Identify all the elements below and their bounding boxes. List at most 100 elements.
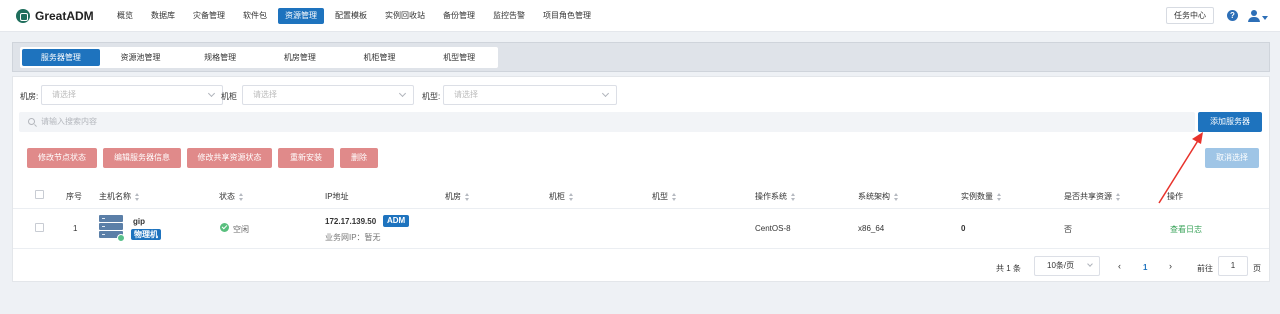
delete-button[interactable]: 删除: [340, 148, 378, 168]
idle-status-icon: [220, 223, 229, 232]
subtabs: 服务器管理 资源池管理 规格管理 机房管理 机柜管理 机型管理: [20, 47, 498, 68]
column-os-label: 操作系统: [755, 192, 787, 201]
table-header: 序号 主机名称 状态 IP地址 机房 机柜 机型 操作系统 系统架构 实例数量 …: [13, 181, 1269, 209]
nav-item-backup[interactable]: 备份管理: [436, 8, 482, 24]
sort-icon: [672, 192, 677, 201]
row-hostname[interactable]: gip: [133, 217, 145, 226]
row-index: 1: [73, 224, 78, 233]
server-list-panel: 机房: 请选择 机柜 请选择 机型: 请选择 请输入搜索内容 添加服务器 修改节…: [12, 76, 1270, 282]
column-room[interactable]: 机房: [445, 191, 470, 202]
row-status: 空闲: [233, 225, 249, 234]
column-rack[interactable]: 机柜: [549, 191, 574, 202]
help-icon[interactable]: ?: [1227, 10, 1238, 21]
row-business-ip: 业务网IP：暂无: [325, 233, 381, 242]
online-status-dot: [117, 234, 125, 242]
next-page-icon[interactable]: ›: [1169, 261, 1172, 271]
sort-icon: [465, 192, 470, 201]
column-instance-count[interactable]: 实例数量: [961, 191, 1002, 202]
subtabs-bar: 服务器管理 资源池管理 规格管理 机房管理 机柜管理 机型管理: [12, 42, 1270, 72]
main-nav: 概览 数据库 灾备管理 软件包 资源管理 配置模板 实例回收站 备份管理 监控告…: [110, 7, 602, 24]
nav-item-recycle-bin[interactable]: 实例回收站: [378, 8, 432, 24]
nav-item-resource-management[interactable]: 资源管理: [278, 7, 324, 24]
app-logo[interactable]: GreatADM: [16, 8, 108, 23]
sort-icon: [569, 192, 574, 201]
greatadm-logo-icon: [16, 8, 30, 23]
goto-page-value: 1: [1230, 261, 1236, 270]
column-rack-label: 机柜: [549, 192, 565, 201]
nav-item-disaster-recovery[interactable]: 灾备管理: [186, 8, 232, 24]
nav-item-overview[interactable]: 概览: [110, 8, 140, 24]
view-log-link[interactable]: 查看日志: [1170, 224, 1202, 235]
column-room-label: 机房: [445, 192, 461, 201]
search-icon: [28, 118, 35, 125]
physical-machine-tag: 物理机: [131, 229, 161, 240]
nav-item-packages[interactable]: 软件包: [236, 8, 274, 24]
sort-icon: [997, 192, 1002, 201]
column-hostname[interactable]: 主机名称: [99, 191, 140, 202]
row-os: CentOS-8: [755, 224, 791, 233]
row-instance-count: 0: [961, 224, 966, 233]
sort-icon: [791, 192, 796, 201]
column-os[interactable]: 操作系统: [755, 191, 796, 202]
top-right-tools: 任务中心 ?: [1166, 7, 1268, 24]
column-arch[interactable]: 系统架构: [858, 191, 899, 202]
column-model[interactable]: 机型: [652, 191, 677, 202]
sort-icon: [239, 192, 244, 201]
nav-item-config-templates[interactable]: 配置模板: [328, 8, 374, 24]
page-size-value: 10条/页: [1047, 261, 1075, 270]
sort-icon: [135, 192, 140, 201]
app-name: GreatADM: [35, 8, 94, 23]
model-select[interactable]: 请选择: [443, 85, 617, 105]
column-ip: IP地址: [325, 192, 349, 201]
chevron-down-icon: [207, 89, 216, 98]
tab-spec-management[interactable]: 规格管理: [181, 49, 259, 66]
page-size-select[interactable]: 10条/页: [1034, 256, 1100, 276]
model-filter-label: 机型:: [422, 92, 441, 101]
chevron-down-icon: [1087, 261, 1093, 267]
search-placeholder: 请输入搜索内容: [41, 117, 97, 126]
modify-shared-status-button[interactable]: 修改共享资源状态: [187, 148, 272, 168]
room-select[interactable]: 请选择: [41, 85, 223, 105]
nav-item-monitoring[interactable]: 监控告警: [486, 8, 532, 24]
column-model-label: 机型: [652, 192, 668, 201]
physical-server-icon: [99, 215, 125, 242]
column-arch-label: 系统架构: [858, 192, 890, 201]
column-instance-count-label: 实例数量: [961, 192, 993, 201]
adm-tag: ADM: [383, 215, 410, 227]
task-center-button[interactable]: 任务中心: [1166, 7, 1214, 24]
column-status-label: 状态: [219, 192, 235, 201]
row-shared: 否: [1064, 225, 1072, 234]
modify-node-status-button[interactable]: 修改节点状态: [27, 148, 97, 168]
column-hostname-label: 主机名称: [99, 192, 131, 201]
search-input[interactable]: 请输入搜索内容: [19, 112, 1195, 132]
prev-page-icon[interactable]: ‹: [1118, 261, 1121, 271]
rack-select-placeholder: 请选择: [253, 90, 277, 99]
add-server-button[interactable]: 添加服务器: [1198, 112, 1262, 132]
tab-model-management[interactable]: 机型管理: [420, 49, 498, 66]
edit-server-info-button[interactable]: 编辑服务器信息: [103, 148, 181, 168]
table-row: 1 gip 空闲 172.17.139.50 业务网IP：暂无 CentOS-8…: [13, 209, 1269, 249]
tab-resource-pool[interactable]: 资源池管理: [102, 49, 180, 66]
row-checkbox[interactable]: [35, 223, 44, 232]
page-suffix: 页: [1253, 264, 1261, 273]
pagination-total: 共 1 条: [996, 264, 1021, 273]
current-page[interactable]: 1: [1143, 263, 1147, 272]
rack-select[interactable]: 请选择: [242, 85, 414, 105]
column-shared[interactable]: 是否共享资源: [1064, 191, 1121, 202]
reinstall-button[interactable]: 重新安装: [278, 148, 334, 168]
goto-page-input[interactable]: 1: [1218, 256, 1248, 276]
select-all-checkbox[interactable]: [35, 190, 44, 199]
nav-item-database[interactable]: 数据库: [144, 8, 182, 24]
chevron-down-icon: [601, 89, 610, 98]
tab-rack-management[interactable]: 机柜管理: [341, 49, 419, 66]
cancel-selection-button[interactable]: 取消选择: [1205, 148, 1259, 168]
tab-room-management[interactable]: 机房管理: [261, 49, 339, 66]
tab-server-management[interactable]: 服务器管理: [22, 49, 100, 66]
nav-item-project-roles[interactable]: 项目角色管理: [536, 8, 598, 24]
room-filter-label: 机房:: [20, 92, 39, 101]
rack-filter-label: 机柜: [221, 92, 237, 101]
user-menu-icon[interactable]: [1248, 9, 1268, 22]
user-avatar-icon: [1248, 9, 1260, 22]
column-status[interactable]: 状态: [219, 191, 244, 202]
sort-icon: [894, 192, 899, 201]
